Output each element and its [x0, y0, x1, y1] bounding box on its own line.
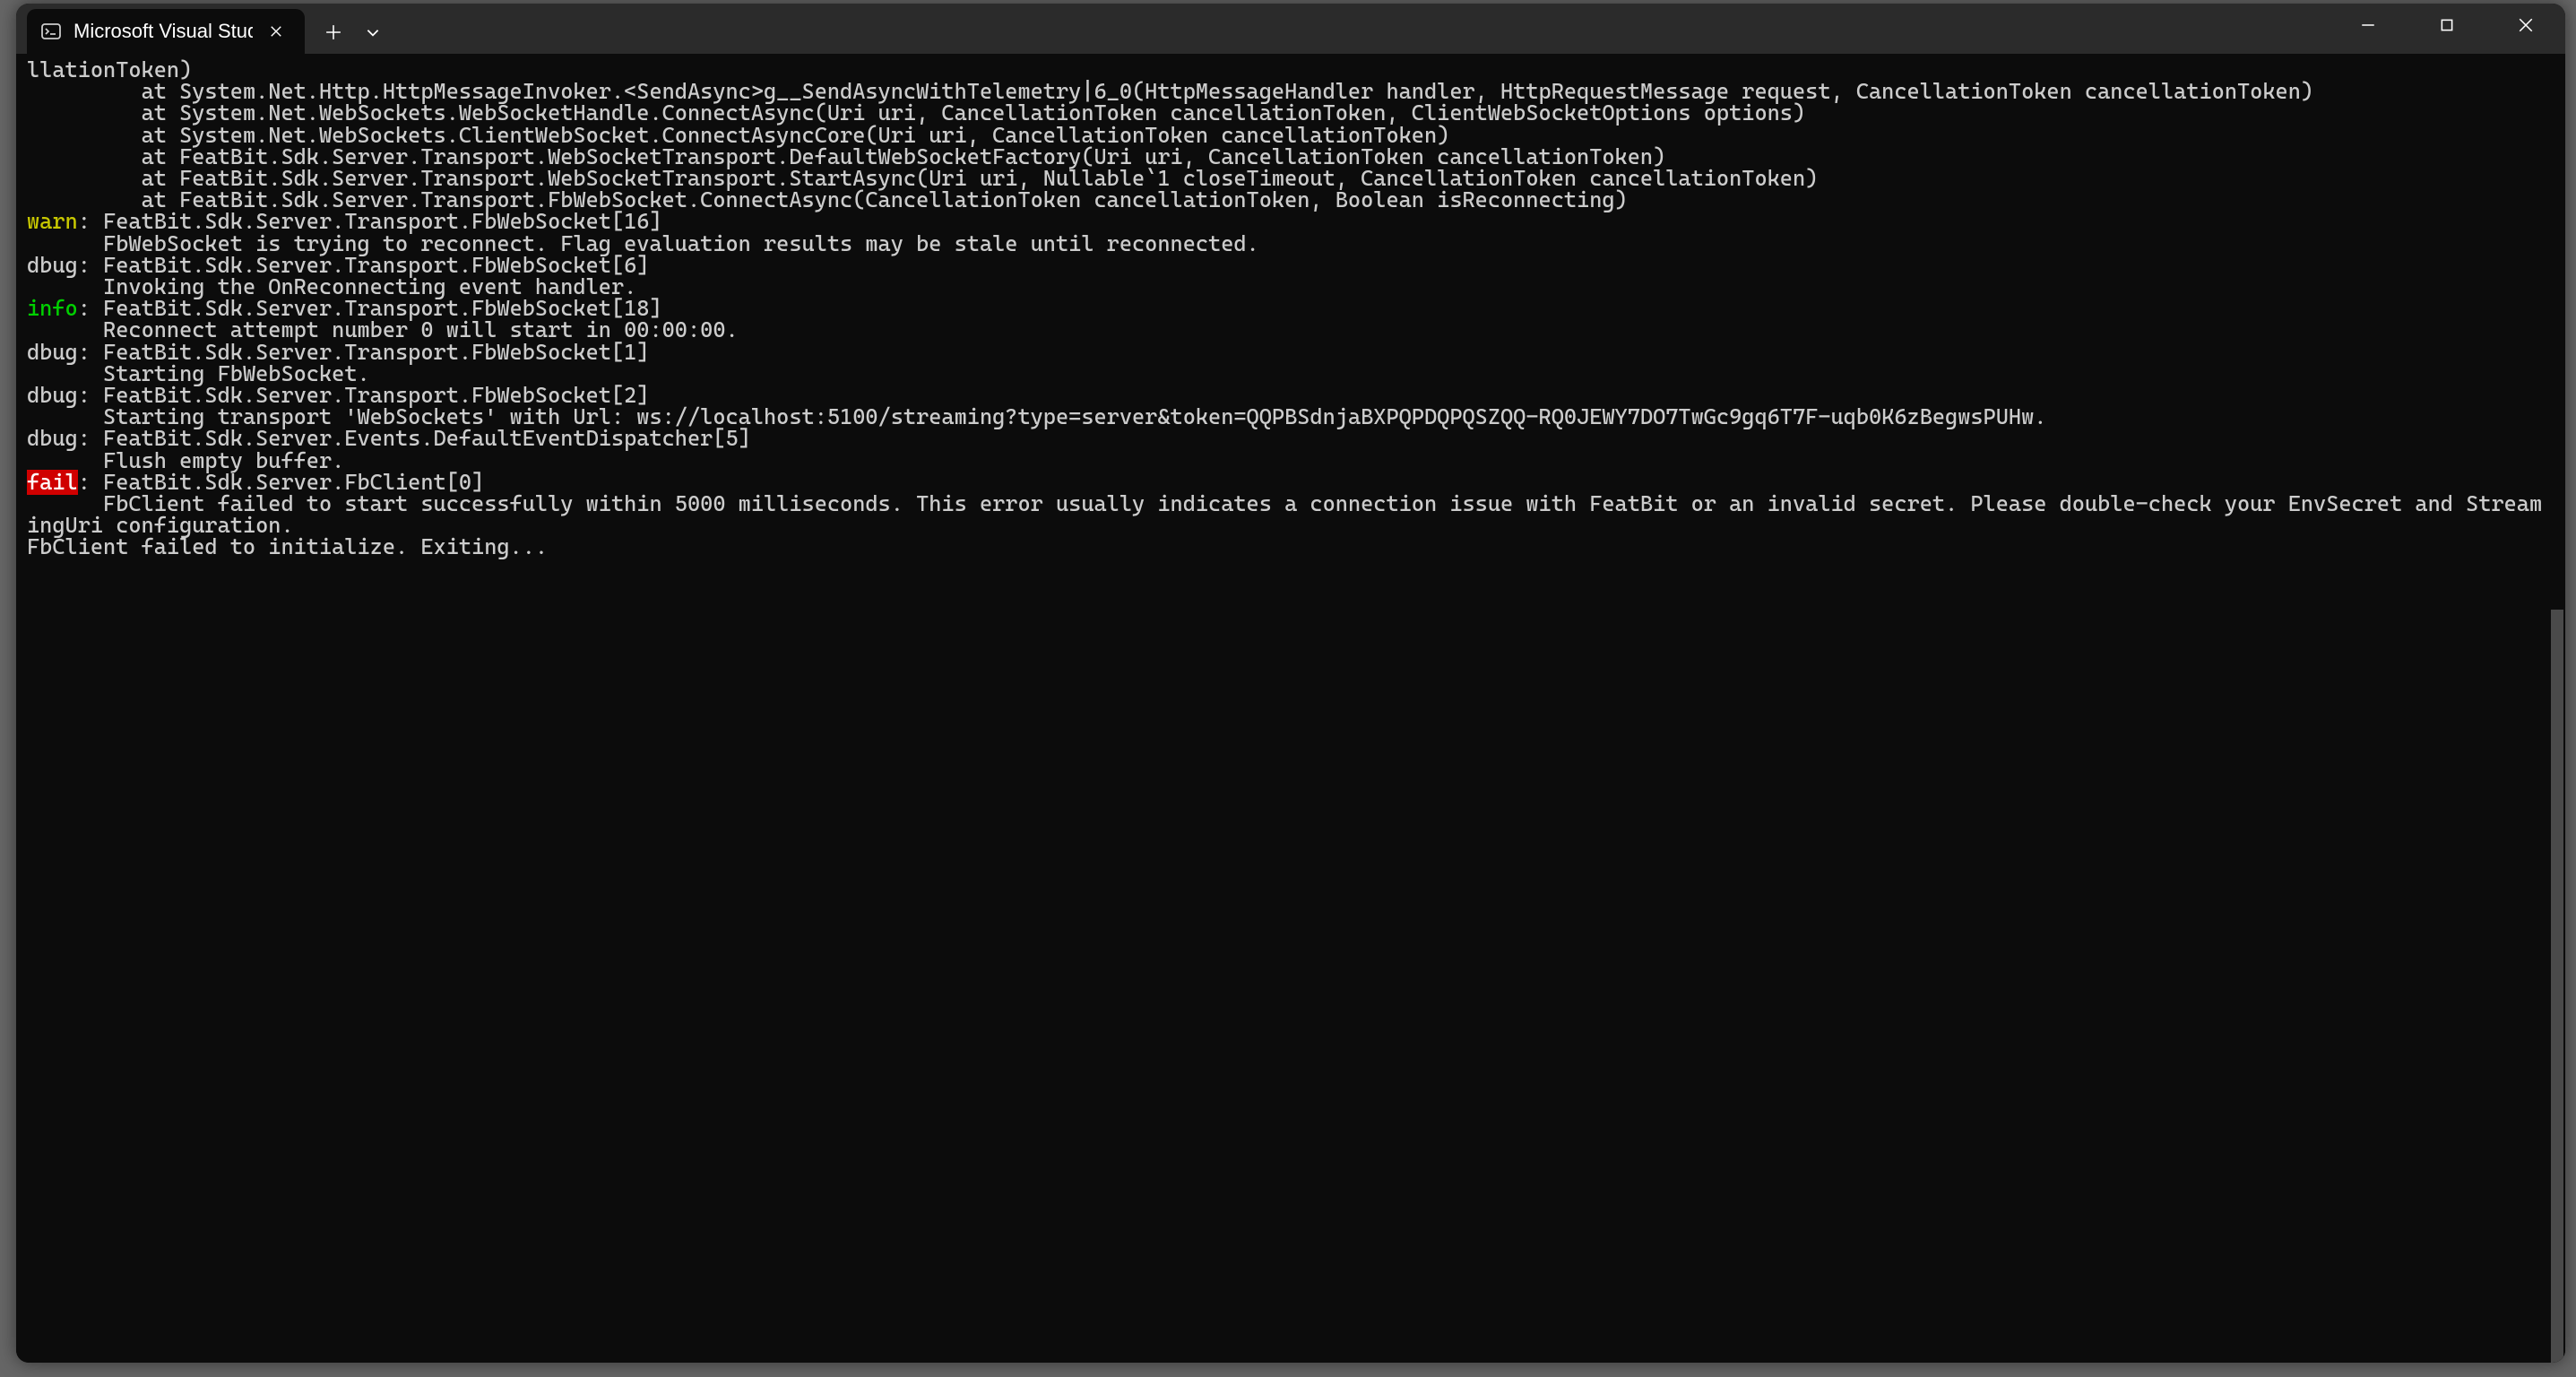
- minimize-button[interactable]: [2329, 4, 2407, 47]
- tab-strip: Microsoft Visual Studio Debug: [16, 4, 391, 54]
- terminal-body[interactable]: llationToken) at System.Net.Http.HttpMes…: [16, 54, 2565, 1363]
- scrollbar-thumb[interactable]: [2551, 610, 2563, 1363]
- tab-active[interactable]: Microsoft Visual Studio Debug: [27, 9, 305, 54]
- new-tab-button[interactable]: [312, 11, 355, 54]
- close-window-button[interactable]: [2486, 4, 2565, 47]
- terminal-icon: [39, 20, 63, 43]
- tab-dropdown-button[interactable]: [355, 11, 391, 54]
- maximize-button[interactable]: [2407, 4, 2486, 47]
- terminal-window: Microsoft Visual Studio Debug: [16, 4, 2565, 1363]
- terminal-output[interactable]: llationToken) at System.Net.Http.HttpMes…: [27, 59, 2554, 559]
- window-controls: [2329, 4, 2565, 47]
- scrollbar[interactable]: [2551, 54, 2563, 1361]
- tab-title: Microsoft Visual Studio Debug: [73, 20, 253, 43]
- tab-close-button[interactable]: [264, 19, 289, 44]
- titlebar[interactable]: Microsoft Visual Studio Debug: [16, 4, 2565, 54]
